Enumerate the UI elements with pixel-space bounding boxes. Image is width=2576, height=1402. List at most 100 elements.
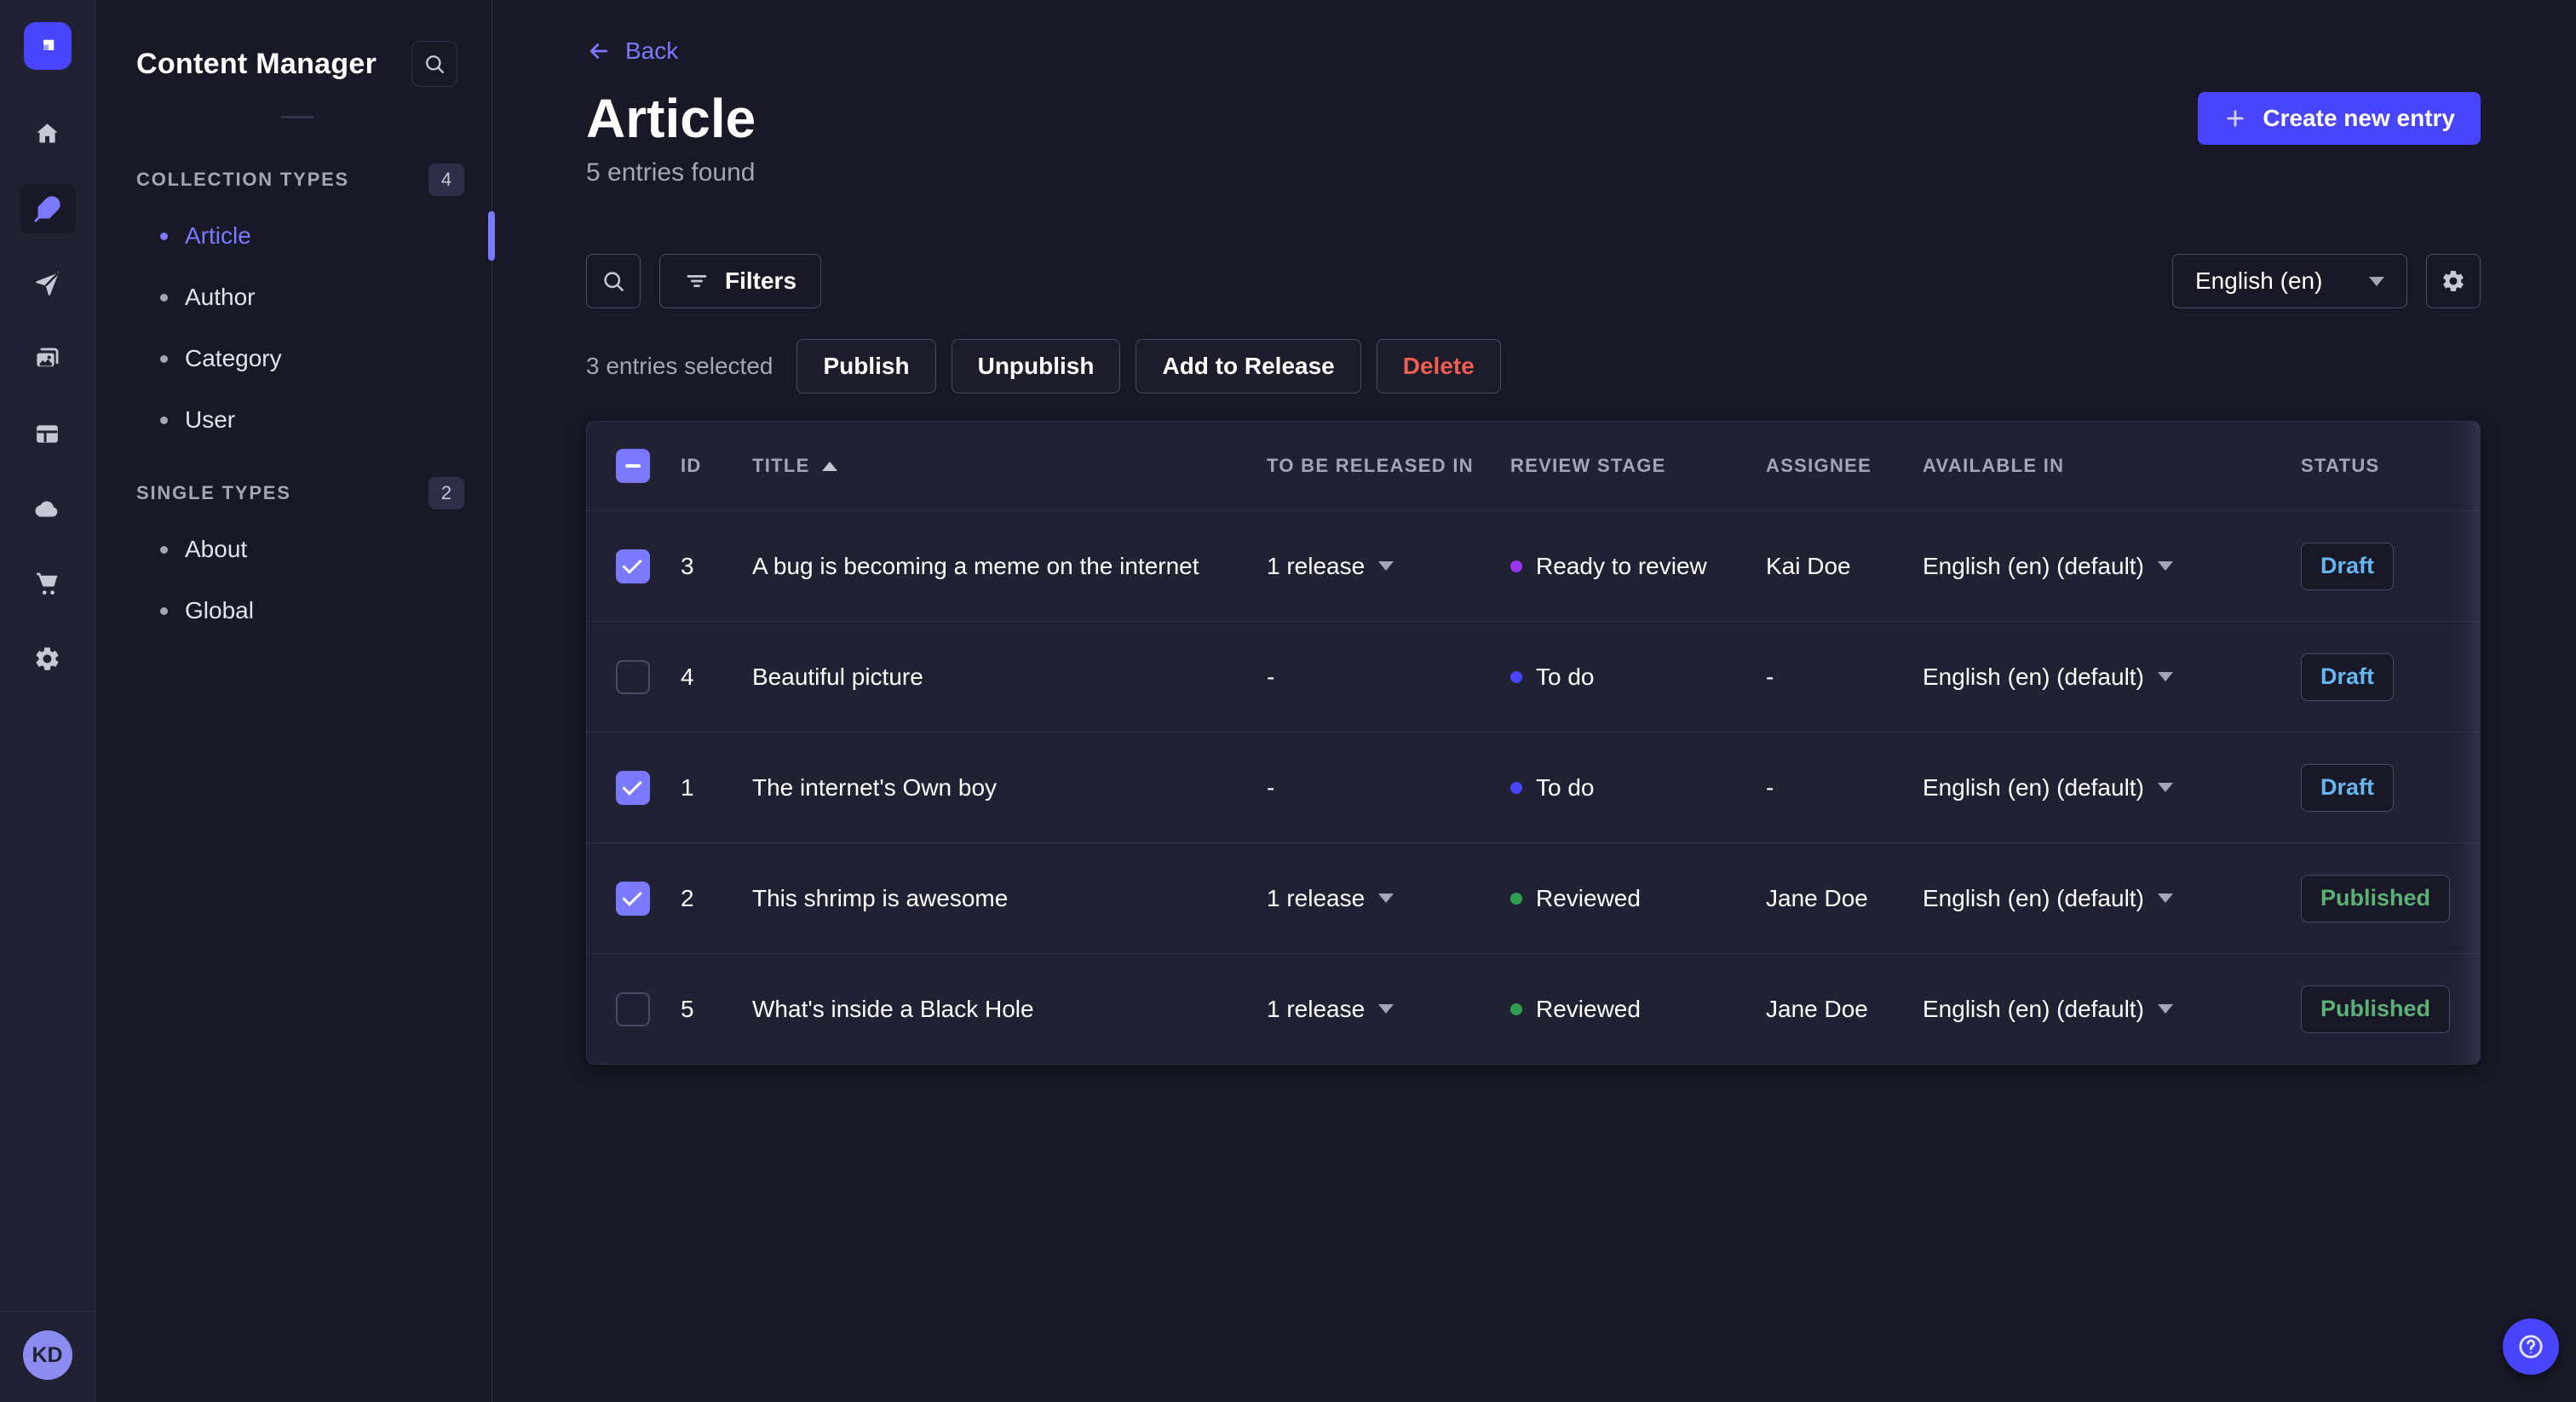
locale-label: English (en) (default) xyxy=(1923,995,2144,1022)
row-assignee: - xyxy=(1766,773,1774,801)
row-title: A bug is becoming a meme on the internet xyxy=(752,552,1199,579)
sidebar-item-article[interactable]: Article xyxy=(136,205,464,267)
release-count-label: 1 release xyxy=(1267,552,1366,579)
table-row[interactable]: 3 A bug is becoming a meme on the intern… xyxy=(587,510,2480,621)
row-locale-dropdown[interactable]: English (en) (default) xyxy=(1923,885,2301,912)
home-icon[interactable] xyxy=(20,109,76,158)
column-review-stage[interactable]: REVIEW STAGE xyxy=(1510,455,1766,477)
row-release-dropdown[interactable]: - xyxy=(1267,664,1510,691)
table-row[interactable]: 4 Beautiful picture - To do - English (e… xyxy=(587,621,2480,732)
single-types-count-badge: 2 xyxy=(428,477,464,509)
column-id[interactable]: ID xyxy=(681,455,752,477)
user-avatar[interactable]: KD xyxy=(22,1330,72,1380)
content-manager-icon[interactable] xyxy=(19,184,76,233)
row-locale-dropdown[interactable]: English (en) (default) xyxy=(1923,774,2301,802)
search-icon xyxy=(604,272,624,292)
locale-chevron-icon xyxy=(2157,783,2173,793)
row-checkbox[interactable] xyxy=(616,549,650,583)
status-badge: Draft xyxy=(2301,542,2395,590)
view-settings-button[interactable] xyxy=(2426,254,2481,309)
table-row[interactable]: 1 The internet's Own boy - To do - Engli… xyxy=(587,732,2480,842)
table-row[interactable]: 5 What's inside a Black Hole 1 release R… xyxy=(587,953,2480,1064)
filters-button[interactable]: Filters xyxy=(659,254,822,309)
review-stage-dot xyxy=(1510,781,1522,794)
content-type-builder-icon[interactable] xyxy=(20,409,76,458)
row-checkbox[interactable] xyxy=(616,659,650,694)
sidebar-item-label: Author xyxy=(185,284,256,310)
sidebar-item-author[interactable]: Author xyxy=(136,267,464,328)
column-title-label: TITLE xyxy=(752,455,810,477)
row-review-stage: Reviewed xyxy=(1510,996,1766,1023)
review-stage-dot xyxy=(1510,670,1522,683)
row-release-dropdown[interactable]: - xyxy=(1267,774,1510,802)
marketplace-icon[interactable] xyxy=(20,559,76,608)
row-checkbox[interactable] xyxy=(616,881,650,916)
create-new-entry-button[interactable]: Create new entry xyxy=(2198,92,2481,146)
locale-select[interactable]: English (en) xyxy=(2172,254,2407,309)
row-title: The internet's Own boy xyxy=(752,773,998,801)
review-stage-label: Ready to review xyxy=(1536,552,1707,579)
row-checkbox[interactable] xyxy=(616,770,650,805)
search-button[interactable] xyxy=(586,254,641,309)
entries-count-subtitle: 5 entries found xyxy=(586,158,756,187)
add-to-release-button[interactable]: Add to Release xyxy=(1136,339,1361,394)
column-to-be-released-in[interactable]: TO BE RELEASED IN xyxy=(1267,455,1510,477)
review-stage-label: Reviewed xyxy=(1536,884,1641,911)
row-id: 2 xyxy=(681,884,694,911)
row-review-stage: Ready to review xyxy=(1510,553,1766,580)
sidebar-item-global[interactable]: Global xyxy=(136,580,464,641)
releases-icon[interactable] xyxy=(20,259,76,308)
release-count-label: 1 release xyxy=(1267,884,1366,911)
row-locale-dropdown[interactable]: English (en) (default) xyxy=(1923,553,2301,580)
bullet-icon xyxy=(160,293,168,302)
review-stage-dot xyxy=(1510,560,1522,572)
back-link[interactable]: Back xyxy=(586,37,678,65)
review-stage-label: To do xyxy=(1536,773,1595,801)
cloud-icon[interactable] xyxy=(20,484,76,533)
row-assignee: Jane Doe xyxy=(1766,995,1868,1022)
review-stage-dot xyxy=(1510,892,1522,905)
bulk-actions-bar: 3 entries selected Publish Unpublish Add… xyxy=(586,339,2481,394)
column-available-in[interactable]: AVAILABLE IN xyxy=(1923,455,2301,477)
row-release-dropdown[interactable]: 1 release xyxy=(1267,553,1510,580)
locale-chevron-icon xyxy=(2157,893,2173,904)
column-assignee[interactable]: ASSIGNEE xyxy=(1766,455,1923,477)
help-button[interactable] xyxy=(2503,1319,2559,1375)
bullet-icon xyxy=(160,416,168,424)
table-row[interactable]: 2 This shrimp is awesome 1 release Revie… xyxy=(587,842,2480,953)
unpublish-button[interactable]: Unpublish xyxy=(951,339,1121,394)
selection-count-text: 3 entries selected xyxy=(586,353,773,380)
media-library-icon[interactable] xyxy=(20,334,76,383)
publish-button[interactable]: Publish xyxy=(796,339,936,394)
row-review-stage: Reviewed xyxy=(1510,885,1766,912)
toolbar: Filters English (en) xyxy=(586,254,2481,309)
row-locale-dropdown[interactable]: English (en) (default) xyxy=(1923,664,2301,691)
column-status[interactable]: STATUS xyxy=(2301,455,2451,477)
status-badge: Draft xyxy=(2301,763,2395,812)
back-label: Back xyxy=(625,37,679,64)
search-icon xyxy=(426,55,445,74)
chevron-down-icon xyxy=(2369,276,2384,286)
strapi-logo[interactable] xyxy=(23,22,72,70)
sidebar-item-category[interactable]: Category xyxy=(136,328,464,389)
sidebar-item-about[interactable]: About xyxy=(136,519,464,580)
delete-button[interactable]: Delete xyxy=(1376,339,1501,394)
select-all-checkbox[interactable] xyxy=(616,449,650,484)
locale-label: English (en) (default) xyxy=(1923,773,2144,801)
column-title[interactable]: TITLE xyxy=(752,455,1267,477)
sidebar-item-user[interactable]: User xyxy=(136,389,464,451)
locale-value: English (en) xyxy=(2195,267,2323,295)
row-release-dropdown[interactable]: 1 release xyxy=(1267,996,1510,1023)
row-checkbox[interactable] xyxy=(616,991,650,1026)
locale-label: English (en) (default) xyxy=(1923,663,2144,690)
entries-table: ID TITLE TO BE RELEASED IN REVIEW STAGE … xyxy=(586,421,2481,1066)
row-id: 4 xyxy=(681,663,694,690)
single-types-label: SINGLE TYPES xyxy=(136,482,291,503)
settings-icon[interactable] xyxy=(20,634,76,683)
row-release-dropdown[interactable]: 1 release xyxy=(1267,885,1510,912)
sidebar-item-label: About xyxy=(185,536,248,562)
review-stage-label: Reviewed xyxy=(1536,995,1641,1022)
subnav-search-button[interactable] xyxy=(411,41,457,87)
row-locale-dropdown[interactable]: English (en) (default) xyxy=(1923,996,2301,1023)
strapi-logo-icon xyxy=(43,39,54,50)
